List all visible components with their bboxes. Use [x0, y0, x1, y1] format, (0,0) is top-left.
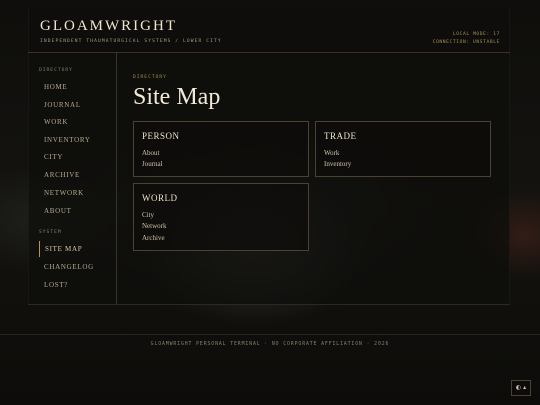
- site-logo[interactable]: GLOAMWRIGHT: [40, 18, 177, 35]
- sidebar-item-lost[interactable]: LOST?: [39, 277, 111, 293]
- frame-bottom-divider: [28, 304, 510, 305]
- card-trade: TRADE Work Inventory: [315, 121, 491, 177]
- link-inventory[interactable]: Inventory: [324, 160, 351, 168]
- page-title: Site Map: [133, 84, 221, 110]
- sidebar-nav: DIRECTORY HOME JOURNAL WORK INVENTORY CI…: [28, 53, 117, 304]
- card-person: PERSON About Journal: [133, 121, 309, 177]
- card-world: WORLD City Network Archive: [133, 183, 309, 251]
- directory-section-label: DIRECTORY: [39, 68, 73, 73]
- sidebar-item-about[interactable]: ABOUT: [39, 203, 111, 219]
- card-heading: TRADE: [324, 131, 357, 141]
- sidebar-item-city[interactable]: CITY: [39, 149, 111, 165]
- sidebar-item-work[interactable]: WORK: [39, 114, 111, 130]
- sidebar-item-inventory[interactable]: INVENTORY: [39, 132, 111, 148]
- breadcrumb: DIRECTORY: [133, 75, 167, 80]
- status-readout: LOCAL MODE: 17 CONNECTION: UNSTABLE: [433, 31, 500, 46]
- card-heading: PERSON: [142, 131, 180, 141]
- theme-toggle-button[interactable]: ◐ ▴: [511, 380, 531, 396]
- link-network[interactable]: Network: [142, 222, 167, 230]
- sidebar-item-site-map[interactable]: SITE MAP: [39, 241, 111, 257]
- status-mode: LOCAL MODE: 17: [452, 32, 500, 37]
- sidebar-item-home[interactable]: HOME: [39, 79, 111, 95]
- sidebar-item-archive[interactable]: ARCHIVE: [39, 167, 111, 183]
- status-connection: CONNECTION: UNSTABLE: [432, 39, 500, 45]
- card-heading: WORLD: [142, 193, 178, 203]
- site-footer: GLOAMWRIGHT PERSONAL TERMINAL · NO CORPO…: [150, 342, 390, 347]
- sidebar-item-changelog[interactable]: CHANGELOG: [39, 259, 111, 275]
- sidebar-item-journal[interactable]: JOURNAL: [39, 97, 111, 113]
- site-header: GLOAMWRIGHT INDEPENDENT THAUMATURGICAL S…: [28, 8, 510, 53]
- link-city[interactable]: City: [142, 211, 154, 219]
- link-work[interactable]: Work: [324, 149, 339, 157]
- sidebar-item-network[interactable]: NETWORK: [39, 185, 111, 201]
- link-archive[interactable]: Archive: [142, 234, 165, 242]
- link-journal[interactable]: Journal: [142, 160, 163, 168]
- system-section-label: SYSTEM: [39, 230, 62, 235]
- footer-divider: [0, 334, 540, 335]
- site-tagline: INDEPENDENT THAUMATURGICAL SYSTEMS / LOW…: [40, 39, 222, 44]
- link-about[interactable]: About: [142, 149, 160, 157]
